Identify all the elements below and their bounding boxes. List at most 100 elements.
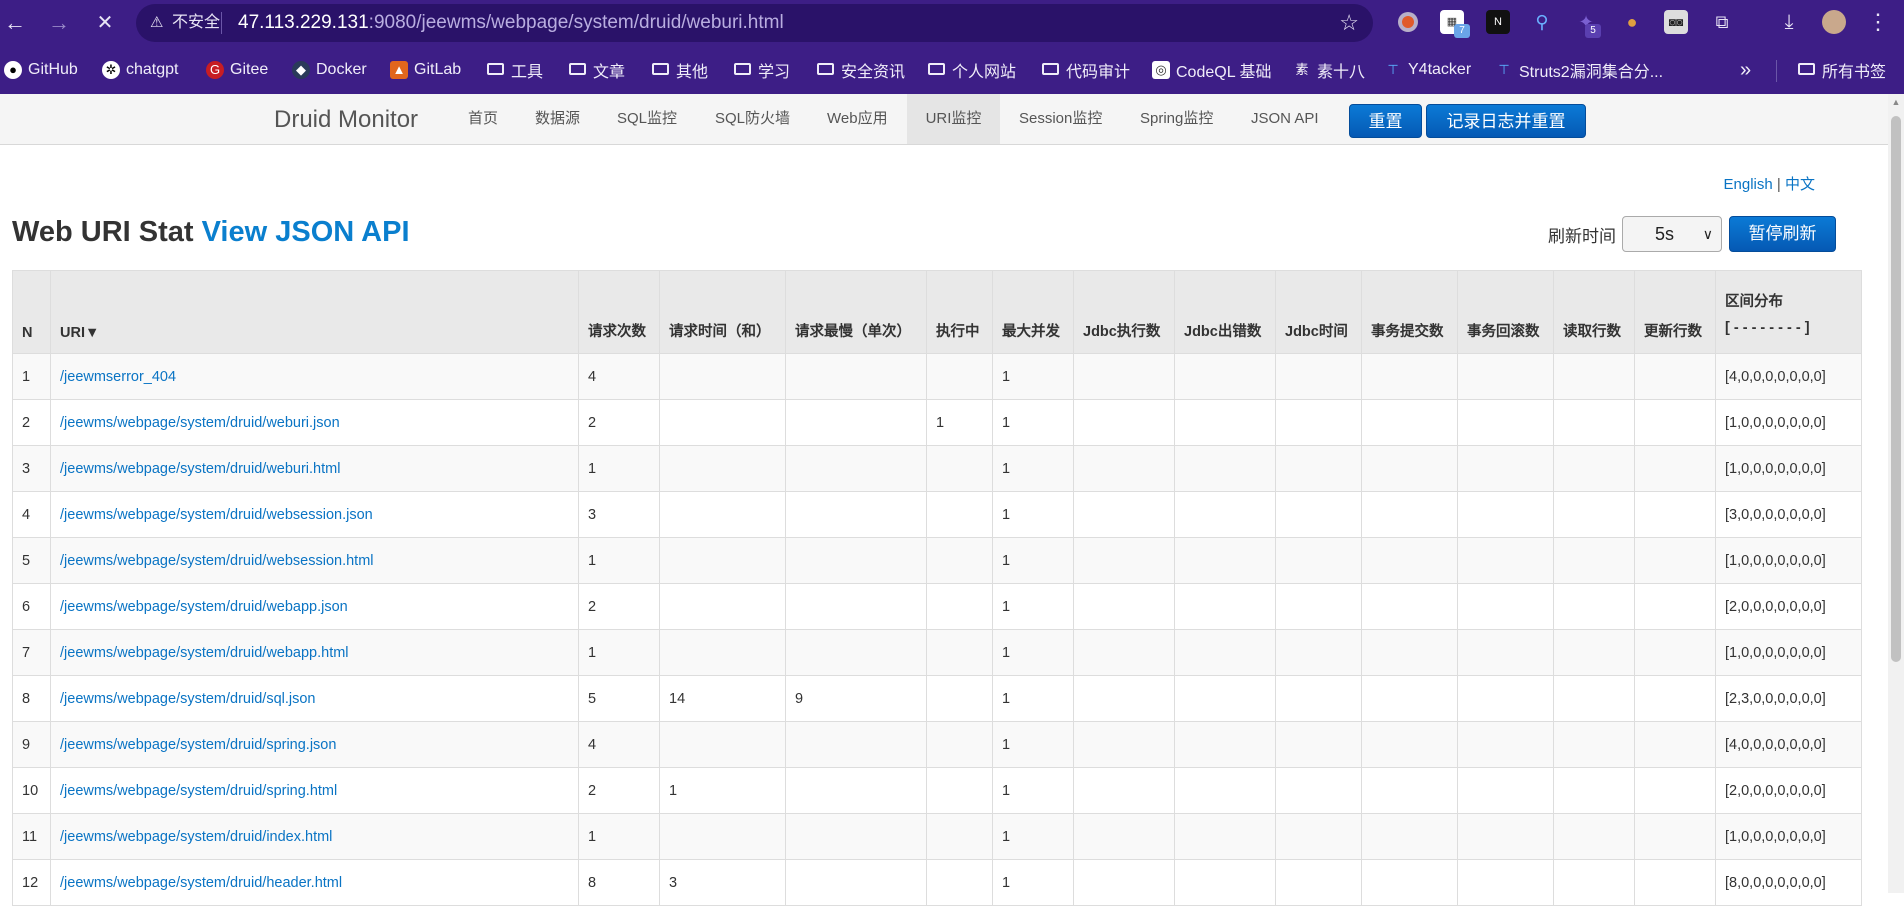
forward-arrow-icon[interactable]: → [46, 10, 72, 36]
nav-uri-monitor[interactable]: URI监控 [907, 94, 1000, 144]
lang-chinese-link[interactable]: 中文 [1785, 176, 1815, 193]
druid-brand[interactable]: Druid Monitor [274, 106, 418, 134]
table-row: 2/jeewms/webpage/system/druid/weburi.jso… [12, 399, 1862, 446]
col-rows-updated-cell [1634, 353, 1716, 400]
bookmark-label: 素十八 [1317, 64, 1366, 81]
uri-link[interactable]: /jeewms/webpage/system/druid/webapp.html [60, 645, 349, 661]
col-max-concurrent-header: 最大并发 [992, 270, 1074, 354]
bookmark-codeql[interactable]: ◎ CodeQL 基础 [1152, 58, 1271, 82]
bookmark-gitee[interactable]: G Gitee [206, 58, 268, 82]
address-bar[interactable]: ⚠ 不安全 47.113.229.131:9080/jeewms/webpage… [136, 4, 1373, 42]
bookmark-gitlab[interactable]: ▲ GitLab [390, 58, 461, 82]
uri-link[interactable]: /jeewms/webpage/system/druid/websession.… [60, 553, 374, 569]
bookmark-struts2[interactable]: ⊤ Struts2漏洞集合分... [1495, 58, 1663, 82]
col-jdbc-time-cell [1275, 537, 1362, 584]
all-bookmarks-folder[interactable]: 所有书签 [1798, 58, 1886, 82]
lang-english-link[interactable]: English [1724, 176, 1773, 193]
bookmark-folder-other[interactable]: 其他 [652, 58, 708, 82]
folder-icon [652, 63, 669, 75]
col-jdbc-exec-cell [1073, 537, 1175, 584]
nav-sql-firewall[interactable]: SQL防火墙 [715, 94, 790, 144]
col-rows-read-cell [1553, 675, 1635, 722]
col-rows-updated-cell [1634, 675, 1716, 722]
uri-link[interactable]: /jeewms/webpage/system/druid/spring.json [60, 737, 336, 753]
profile-avatar[interactable] [1822, 10, 1846, 34]
col-jdbc-error-cell [1174, 491, 1276, 538]
col-request-count-cell: 1 [578, 813, 660, 860]
bookmark-folder-personal-sites[interactable]: 个人网站 [928, 58, 1016, 82]
bookmark-su18[interactable]: 素素十八 [1293, 58, 1365, 82]
col-uri-header[interactable]: URI▼ [50, 270, 579, 354]
cookie-extension-icon[interactable]: ● [1620, 10, 1644, 34]
back-arrow-icon[interactable]: ← [2, 10, 28, 36]
uri-link[interactable]: /jeewmserror_404 [60, 369, 176, 385]
nav-session-monitor[interactable]: Session监控 [1019, 94, 1102, 144]
n-extension-icon[interactable]: N [1486, 10, 1510, 34]
chevron-down-icon: ∨ [1702, 226, 1713, 242]
refresh-interval-select[interactable]: 5s ∨ [1622, 216, 1722, 252]
nav-spring-monitor[interactable]: Spring监控 [1140, 94, 1213, 144]
chatgpt-icon: ✲ [102, 61, 120, 79]
reset-button[interactable]: 重置 [1349, 104, 1422, 138]
nav-home[interactable]: 首页 [468, 94, 498, 144]
col-jdbc-time-cell [1275, 721, 1362, 768]
bookmark-folder-code-audit[interactable]: 代码审计 [1042, 58, 1130, 82]
extensions-puzzle-icon[interactable]: ⧉ [1710, 10, 1734, 34]
stop-loading-icon[interactable]: ✕ [92, 10, 118, 36]
more-bookmarks-chevron-icon[interactable]: » [1740, 58, 1751, 82]
bookmark-chatgpt[interactable]: ✲ chatgpt [102, 58, 178, 82]
nav-datasource[interactable]: 数据源 [535, 94, 580, 144]
col-n-cell: 10 [12, 767, 51, 814]
uri-link[interactable]: /jeewms/webpage/system/druid/index.html [60, 829, 332, 845]
col-uri-cell: /jeewms/webpage/system/druid/sql.json [50, 675, 579, 722]
url-text[interactable]: 47.113.229.131:9080/jeewms/webpage/syste… [238, 12, 784, 34]
log-and-reset-button[interactable]: 记录日志并重置 [1426, 104, 1586, 138]
folder-icon [928, 63, 945, 75]
pin-extension-icon[interactable]: ⚲ [1530, 10, 1554, 34]
col-request-slowest-cell [785, 537, 927, 584]
uri-link[interactable]: /jeewms/webpage/system/druid/spring.html [60, 783, 337, 799]
col-rows-updated-cell [1634, 767, 1716, 814]
col-request-slowest-cell [785, 353, 927, 400]
download-icon[interactable]: ⤓ [1777, 10, 1801, 34]
bookmark-y4tacker[interactable]: ⊤ Y4tacker [1384, 58, 1471, 82]
nav-web-app[interactable]: Web应用 [827, 94, 888, 144]
nav-sql-monitor[interactable]: SQL监控 [617, 94, 677, 144]
lang-separator: | [1776, 176, 1781, 193]
col-request-count-cell: 2 [578, 767, 660, 814]
scrollbar-thumb[interactable] [1891, 116, 1901, 662]
col-request-time-sum-cell [659, 399, 786, 446]
uri-link[interactable]: /jeewms/webpage/system/druid/weburi.json [60, 415, 340, 431]
nav-json-api[interactable]: JSON API [1251, 94, 1319, 144]
browser-menu-icon[interactable]: ⋮ [1866, 10, 1890, 34]
col-running-cell [926, 445, 993, 492]
bookmark-github[interactable]: ● GitHub [4, 58, 78, 82]
col-distribution-cell: [1,0,0,0,0,0,0,0] [1715, 629, 1862, 676]
bookmark-folder-articles[interactable]: 文章 [569, 58, 625, 82]
uri-link[interactable]: /jeewms/webpage/system/druid/weburi.html [60, 461, 340, 477]
col-jdbc-time-cell [1275, 353, 1362, 400]
col-n-cell: 2 [12, 399, 51, 446]
uri-link[interactable]: /jeewms/webpage/system/druid/sql.json [60, 691, 315, 707]
bookmark-label: 文章 [593, 64, 626, 81]
col-max-concurrent-cell: 1 [992, 537, 1074, 584]
record-extension-icon[interactable] [1396, 10, 1420, 34]
col-request-time-sum-cell [659, 629, 786, 676]
pause-refresh-button[interactable]: 暂停刷新 [1729, 216, 1836, 252]
uri-link[interactable]: /jeewms/webpage/system/druid/webapp.json [60, 599, 348, 615]
uri-link[interactable]: /jeewms/webpage/system/druid/header.html [60, 875, 342, 891]
not-secure-label[interactable]: 不安全 [172, 14, 220, 32]
col-request-slowest-cell [785, 491, 927, 538]
col-jdbc-time-cell [1275, 767, 1362, 814]
bookmark-folder-tools[interactable]: 工具 [487, 58, 543, 82]
bookmark-folder-study[interactable]: 学习 [734, 58, 790, 82]
uri-stat-table-container: N URI▼ 请求次数 请求时间（和） 请求最慢（单次） 执行中 最大并发 Jdbc执行数 Jd… [12, 270, 1862, 906]
bookmark-docker[interactable]: ◆ Docker [292, 58, 367, 82]
glasses-extension-icon[interactable]: ◙◙ [1664, 10, 1688, 34]
view-json-api-link[interactable]: View JSON API [202, 216, 410, 248]
vertical-scrollbar[interactable]: ▲ [1888, 94, 1904, 893]
bookmark-star-icon[interactable]: ☆ [1339, 10, 1359, 36]
uri-link[interactable]: /jeewms/webpage/system/druid/websession.… [60, 507, 373, 523]
bookmark-folder-security-news[interactable]: 安全资讯 [817, 58, 905, 82]
scroll-up-arrow-icon[interactable]: ▲ [1888, 96, 1904, 108]
